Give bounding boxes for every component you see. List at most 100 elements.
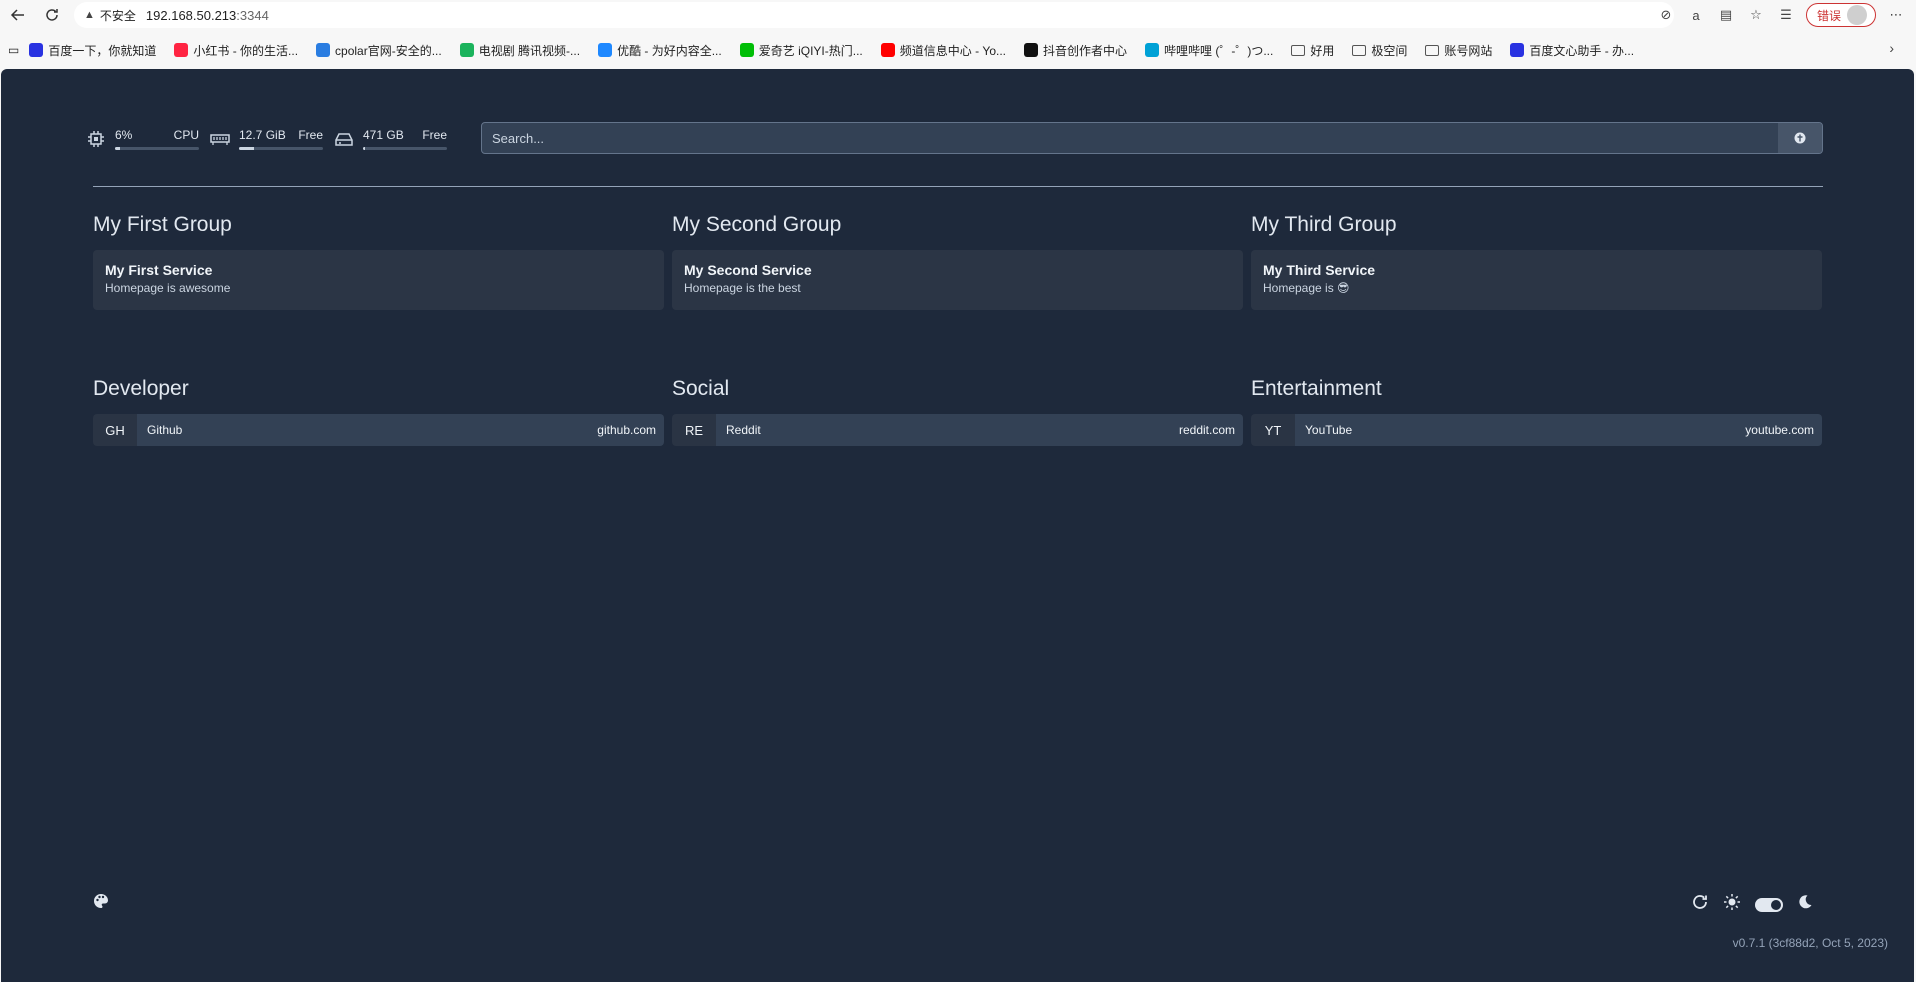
bookmark-item[interactable]: 百度文心助手 - 办... [1510,42,1634,59]
more-menu-icon[interactable]: ⋯ [1886,5,1906,25]
url-host: 192.168.50.213 [145,7,237,23]
favorites-list-icon[interactable]: ☰ [1776,5,1796,25]
theme-palette-button[interactable] [93,893,109,914]
service-group: My Second Group My Second Service Homepage… [672,213,1243,310]
bar-fill [239,147,255,150]
site-favicon-icon [1510,43,1525,57]
bookmark-abbr: RE [672,414,716,446]
cpu-bar [115,147,199,150]
warning-icon: ▲ [84,9,95,21]
bookmark-item[interactable]: 哔哩哔哩 (゜-゜)つ... [1145,42,1273,59]
chevron-right-icon[interactable]: › [1889,40,1894,56]
bookmark-item[interactable]: 小红书 - 你的生活... [174,42,298,59]
bookmark-group: Entertainment YT YouTube youtube.com [1251,377,1822,446]
service-group: My Third Group My Third Service Homepage i… [1251,213,1822,310]
bookmark-item[interactable]: cpolar官网-安全的... [316,42,442,59]
bookmark-url: youtube.com [1745,423,1814,437]
bookmark-group: Social RE Reddit reddit.com [672,377,1243,446]
service-description: Homepage is the best [684,281,801,295]
bookmark-label: 电视剧 腾讯视频-... [478,43,581,58]
memory-icon [209,128,231,150]
reload-icon [46,9,58,21]
bookmark-item[interactable]: 爱奇艺 iQIYI-热门... [739,42,863,59]
disk-widget: 471 GB Free [333,128,447,150]
group-title: My Second Group [672,213,842,236]
service-description: Homepage is awesome [105,281,231,295]
bookmark-label: 账号网站 [1444,43,1493,58]
group-title: My Third Group [1251,213,1397,236]
bookmarks-bar: ▭ 百度一下，你就知道 小红书 - 你的生活... cpolar官网-安全的... 电… [0,38,1916,62]
bookmark-item[interactable]: 百度一下，你就知道 [29,42,156,59]
service-name: My First Service [105,262,213,278]
profile-error-button[interactable]: 错误 [1805,3,1876,27]
bookmark-label: 频道信息中心 - Yo... [899,43,1006,58]
site-favicon-icon [598,43,613,57]
bookmark-label: 爱奇艺 iQIYI-热门... [758,43,863,58]
address-bar[interactable]: ▲ 不安全 192.168.50.213:3344 [74,2,1674,28]
folder-icon [1291,44,1306,56]
folder-icon [1425,44,1440,56]
bookmark-item[interactable]: 抖音创作者中心 [1024,42,1127,59]
bookmark-abbr: YT [1251,414,1295,446]
bookmark-card[interactable]: YT YouTube youtube.com [1251,414,1822,446]
bookmark-item[interactable]: 频道信息中心 - Yo... [880,42,1006,59]
search-provider-icon [1794,132,1806,144]
site-favicon-icon [739,43,754,57]
bookmark-label: cpolar官网-安全的... [335,43,442,58]
bookmark-label: 优酷 - 为好内容全... [617,43,722,58]
bookmark-item[interactable]: 好用 [1291,42,1334,59]
service-card[interactable]: My Third Service Homepage is 😎 [1251,250,1822,310]
header-divider [93,186,1823,187]
disk-value: 471 GB [363,128,404,142]
bookmark-card[interactable]: RE Reddit reddit.com [672,414,1243,446]
bookmark-item[interactable]: 电视剧 腾讯视频-... [459,42,581,59]
hard-drive-icon [333,128,355,150]
translate-icon[interactable]: a [1686,5,1706,25]
bookmark-label: 哔哩哔哩 (゜-゜)つ... [1164,43,1274,58]
search-input[interactable] [482,123,1778,153]
site-favicon-icon [316,43,331,57]
refresh-icon [1693,895,1707,909]
bookmark-name: Github [147,423,183,437]
reload-button[interactable] [38,1,66,29]
bookmark-card[interactable]: GH Github github.com [93,414,664,446]
disk-bar [363,147,447,150]
cpu-icon [85,128,107,150]
bar-fill [115,147,121,150]
memory-value: 12.7 GiB [239,128,286,142]
site-favicon-icon [29,43,44,57]
cpu-value: 6% [115,128,133,142]
browser-tools: ⊘ a ▤ ☆ ☰ 错误 ⋯ [1656,2,1906,28]
services-row: My First Group My First Service Homepage i… [93,213,1823,310]
favorite-star-icon[interactable]: ☆ [1746,5,1766,25]
group-title: Social [672,377,730,400]
group-title: My First Group [93,213,232,236]
bookmark-item[interactable]: 优酷 - 为好内容全... [598,42,722,59]
site-favicon-icon [174,43,189,57]
service-card[interactable]: My Second Service Homepage is the best [672,250,1243,310]
bookmark-name: YouTube [1305,423,1353,437]
bookmark-url: reddit.com [1178,423,1235,437]
tracking-prevention-icon[interactable]: ⊘ [1656,5,1676,25]
palette-icon [94,894,108,908]
security-label: 不安全 [99,8,136,23]
service-card[interactable]: My First Service Homepage is awesome [93,250,664,310]
bookmark-item[interactable]: 账号网站 [1425,42,1492,59]
footer-controls [1691,893,1813,916]
bar-fill [363,147,365,150]
bookmarks-toggle-icon[interactable]: ▭ [8,43,19,57]
back-button[interactable] [4,1,32,29]
search-widget [481,122,1823,154]
bookmark-abbr: GH [93,414,137,446]
theme-toggle[interactable] [1755,897,1783,912]
bookmark-item[interactable]: 极空间 [1352,42,1407,59]
service-name: My Third Service [1263,262,1376,278]
refresh-button[interactable] [1691,893,1709,916]
search-provider-button[interactable] [1778,123,1822,153]
reader-mode-icon[interactable]: ▤ [1716,5,1736,25]
bookmark-label: 百度一下，你就知道 [48,43,157,58]
site-favicon-icon [1145,43,1160,57]
disk-label: Free [422,128,447,142]
service-description: Homepage is 😎 [1263,281,1350,295]
sun-icon [1723,893,1741,916]
